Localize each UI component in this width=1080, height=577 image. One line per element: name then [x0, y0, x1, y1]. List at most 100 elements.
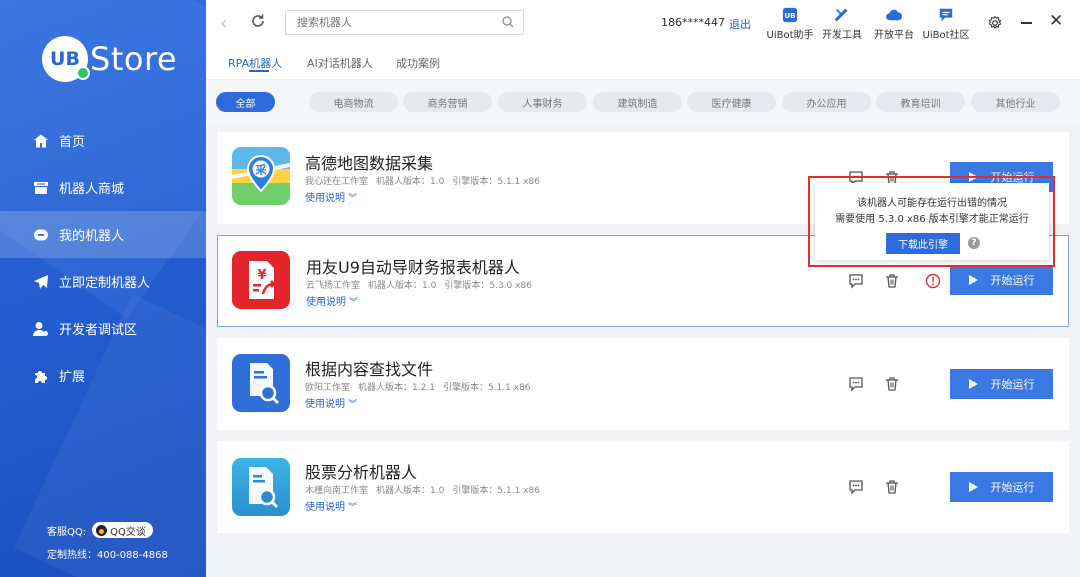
robot-card[interactable]: 根据内容查找文件 欧阳工作室 机器人版本：1.2.1 引擎版本：5.1.1 x86 … [217, 338, 1069, 430]
refresh-icon[interactable] [250, 13, 266, 29]
usage-instructions-link[interactable]: 使用说明 ︾ [306, 293, 358, 308]
settings-gear-icon[interactable] [987, 15, 1003, 31]
tab-ai-chat-robots[interactable]: AI对话机器人 [307, 55, 373, 71]
uibot-assistant-icon: UB [780, 6, 800, 24]
comment-icon[interactable] [848, 479, 864, 495]
tool-label: UiBot助手 [766, 30, 814, 41]
finance-report-app-icon: ¥ [232, 251, 290, 309]
developer-icon [33, 321, 49, 337]
category-chip[interactable]: 医疗健康 [687, 92, 776, 112]
chat-icon [936, 6, 956, 24]
robot-meta: 我心还在工作室 机器人版本：1.0 引擎版本：5.1.1 x86 [305, 174, 548, 187]
run-label: 开始运行 [990, 274, 1035, 287]
sidebar-item-store[interactable]: 机器人商城 [0, 164, 206, 211]
sidebar-item-my-robots[interactable]: 我的机器人 [0, 211, 206, 258]
chevron-down-icon: ︾ [348, 400, 358, 410]
trash-icon[interactable] [884, 273, 900, 289]
tool-label: UiBot社区 [922, 30, 970, 41]
robot-version: 1.0 [422, 281, 437, 291]
usage-instructions-link[interactable]: 使用说明 ︾ [305, 498, 357, 513]
usage-instructions-label: 使用说明 [305, 399, 345, 410]
robot-engine-label: 引擎版本： [442, 383, 488, 393]
usage-instructions-link[interactable]: 使用说明 ︾ [305, 395, 357, 410]
category-filter-bar: 全部 电商物流 商务营销 人事财务 建筑制造 医疗健康 办公应用 教育培训 其他… [206, 80, 1080, 124]
category-chip[interactable]: 电商物流 [309, 92, 398, 112]
community-button[interactable]: UiBot社区 [920, 6, 972, 41]
robot-version-label: 机器人版本： [376, 486, 431, 496]
trash-icon[interactable] [884, 479, 900, 495]
robot-version: 1.2.1 [412, 383, 435, 393]
robot-version-label: 机器人版本： [376, 177, 431, 187]
sidebar-item-customize[interactable]: 立即定制机器人 [0, 258, 206, 305]
robot-studio: 云飞扬工作室 [306, 281, 361, 291]
usage-instructions-link[interactable]: 使用说明 ︾ [305, 189, 357, 204]
chevron-down-icon: ︾ [348, 194, 358, 204]
robot-meta: 木槿向南工作室 机器人版本：1.0 引擎版本：5.1.1 x86 [305, 483, 548, 496]
tab-rpa-robots[interactable]: RPA机器人 [228, 55, 282, 71]
stock-analysis-app-icon [232, 458, 290, 516]
robot-engine: 5.3.0 x86 [489, 281, 532, 291]
sidebar-item-home[interactable]: 首页 [0, 117, 206, 164]
robot-title: 用友U9自动导财务报表机器人 [306, 258, 520, 277]
robot-engine-label: 引擎版本： [444, 281, 490, 291]
play-icon [968, 275, 978, 285]
search-icon[interactable] [502, 16, 514, 28]
logo-badge: UB [42, 36, 90, 82]
robot-studio: 欧阳工作室 [305, 383, 351, 393]
robot-engine: 5.1.1 x86 [487, 383, 531, 393]
robot-version: 1.0 [430, 177, 445, 187]
robot-studio: 木槿向南工作室 [305, 486, 369, 496]
start-run-button[interactable]: 开始运行 [950, 472, 1053, 502]
sidebar: UB Store 首页 机器人商城 我的机器人 立即定制机器人 开发者调试区 扩… [0, 0, 206, 577]
robot-studio: 我心还在工作室 [305, 177, 369, 187]
uibot-store-logo: UB Store [42, 36, 177, 82]
category-chip[interactable]: 教育培训 [876, 92, 965, 112]
sidebar-item-label: 开发者调试区 [59, 323, 138, 338]
start-run-button[interactable]: 开始运行 [950, 369, 1053, 399]
home-icon [33, 133, 49, 149]
sidebar-item-developer[interactable]: 开发者调试区 [0, 305, 206, 352]
chevron-down-icon: ︾ [348, 503, 358, 513]
logout-link[interactable]: 退出 [729, 16, 751, 32]
warning-icon[interactable] [925, 273, 941, 289]
qq-chat-button[interactable]: QQ交谈 [92, 522, 153, 538]
trash-icon[interactable] [884, 376, 900, 392]
robot-card[interactable]: 股票分析机器人 木槿向南工作室 机器人版本：1.0 引擎版本：5.1.1 x86 使… [217, 441, 1069, 533]
category-chip[interactable]: 商务营销 [403, 92, 492, 112]
run-label: 开始运行 [990, 378, 1035, 391]
category-chip[interactable]: 办公应用 [782, 92, 871, 112]
robot-version-label: 机器人版本： [368, 281, 423, 291]
robot-version-label: 机器人版本： [358, 383, 413, 393]
app-icon-char: 采 [255, 163, 268, 177]
qq-penguin-icon [96, 524, 108, 536]
window-close-button[interactable]: ✕ [1049, 13, 1063, 30]
start-run-button[interactable]: 开始运行 [950, 265, 1053, 295]
sidebar-item-label: 扩展 [59, 370, 86, 385]
uibot-assistant-button[interactable]: UB UiBot助手 [764, 6, 816, 41]
category-chip-all[interactable]: 全部 [216, 92, 275, 112]
puzzle-icon [33, 368, 49, 384]
robot-version: 1.0 [430, 486, 445, 496]
window-minimize-button[interactable] [1021, 22, 1032, 24]
dev-tool-button[interactable]: 开发工具 [816, 6, 868, 41]
play-icon [968, 482, 978, 492]
tab-success-cases[interactable]: 成功案例 [396, 55, 440, 71]
support-info: 客服QQ: QQ交谈 定制热线：400-088-4868 [47, 520, 168, 563]
comment-icon[interactable] [848, 273, 864, 289]
category-chip[interactable]: 人事财务 [498, 92, 587, 112]
qq-chat-label: QQ交谈 [110, 526, 146, 538]
logo-badge-text: UB [50, 48, 80, 70]
comment-icon[interactable] [848, 376, 864, 392]
open-platform-button[interactable]: 开放平台 [868, 6, 920, 41]
chevron-down-icon: ︾ [349, 298, 359, 308]
category-chip[interactable]: 其他行业 [971, 92, 1060, 112]
search-input[interactable] [285, 10, 524, 35]
robot-title: 股票分析机器人 [305, 463, 418, 482]
sidebar-item-extension[interactable]: 扩展 [0, 352, 206, 399]
robot-title: 根据内容查找文件 [305, 360, 434, 379]
tool-label: 开放平台 [874, 30, 914, 41]
category-chip[interactable]: 建筑制造 [593, 92, 682, 112]
back-arrow-icon[interactable]: ‹ [220, 13, 227, 34]
account-phone: 186****447 [661, 16, 725, 29]
robot-engine: 5.1.1 x86 [497, 486, 540, 496]
